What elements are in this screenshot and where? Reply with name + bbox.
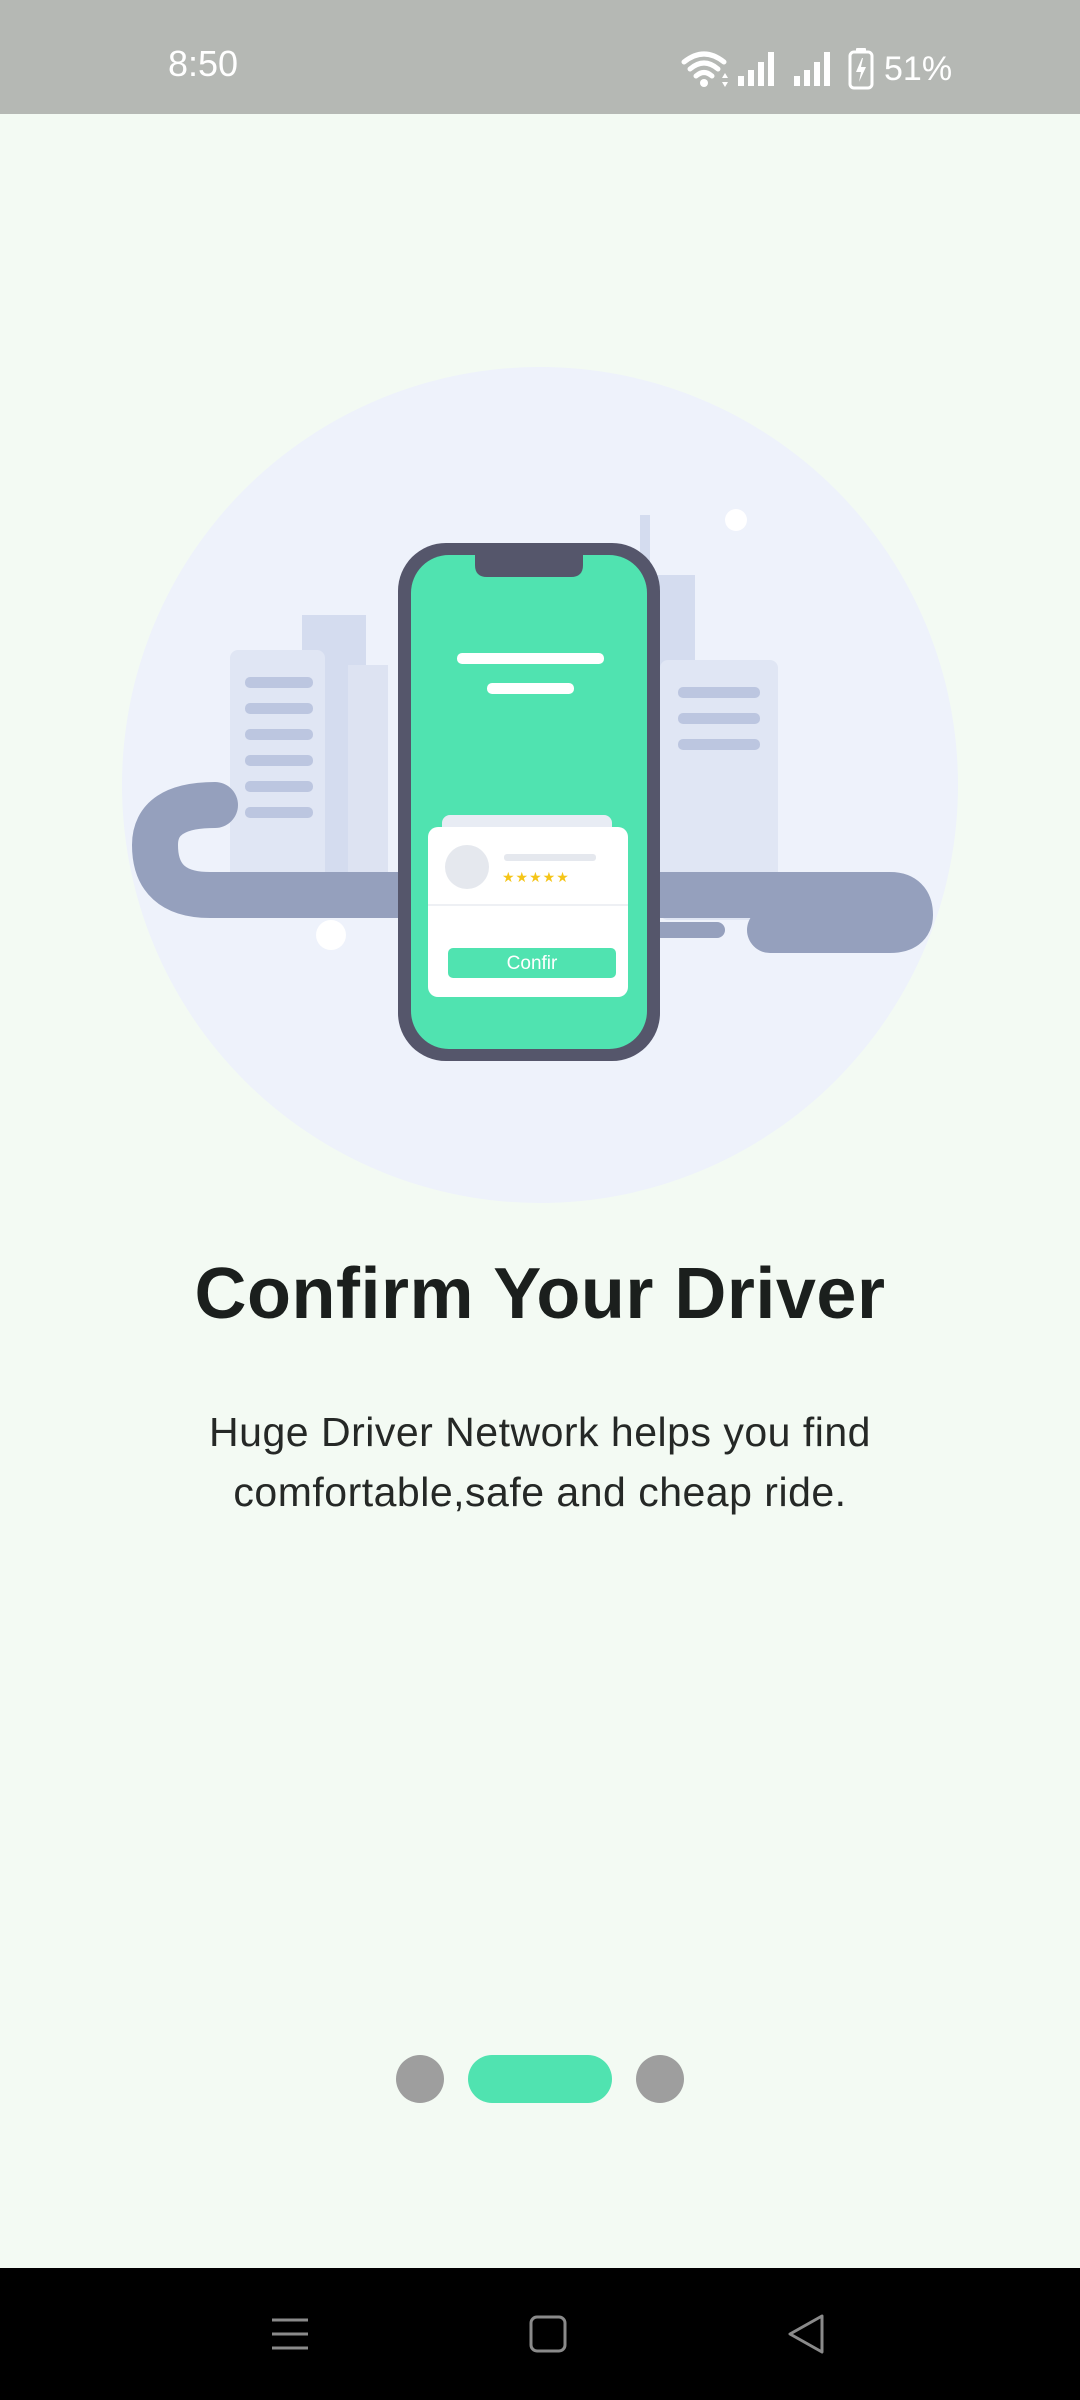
building-right-windows: [678, 687, 760, 750]
driver-name-line: [504, 854, 596, 861]
status-bar: 8:50 51%: [0, 0, 1080, 114]
phone-notch: [475, 555, 583, 577]
decor-dot: [316, 920, 346, 950]
wifi-icon: [681, 51, 728, 87]
decor-dot: [725, 509, 747, 531]
screen-line: [457, 653, 604, 664]
home-icon[interactable]: [516, 2302, 580, 2366]
status-time: 8:50: [168, 43, 239, 84]
screen-line: [487, 683, 574, 694]
page-dot-2-active[interactable]: [468, 2055, 612, 2103]
navigation-bar: [0, 2268, 1080, 2400]
signal-icon-2: [794, 52, 830, 86]
page-indicator: [0, 2055, 1080, 2103]
confirm-button-label: Confir: [507, 953, 558, 974]
battery-percentage: 51%: [884, 50, 953, 88]
page-dot-1[interactable]: [396, 2055, 444, 2103]
driver-avatar: [445, 845, 489, 889]
status-icons: 51%: [680, 48, 1080, 90]
menu-icon[interactable]: [258, 2302, 322, 2366]
page-subtitle: Huge Driver Network helps you find comfo…: [209, 1409, 871, 1515]
onboarding-illustration: ★★★★★ Confir: [122, 367, 958, 1203]
back-icon[interactable]: [774, 2302, 838, 2366]
page-dot-3[interactable]: [636, 2055, 684, 2103]
building-left-mid: [348, 665, 388, 895]
signal-icon-1: [738, 52, 774, 86]
page-title: Confirm Your Driver: [194, 1254, 886, 1334]
battery-icon: [848, 48, 874, 90]
driver-rating-stars: ★★★★★: [502, 870, 570, 886]
